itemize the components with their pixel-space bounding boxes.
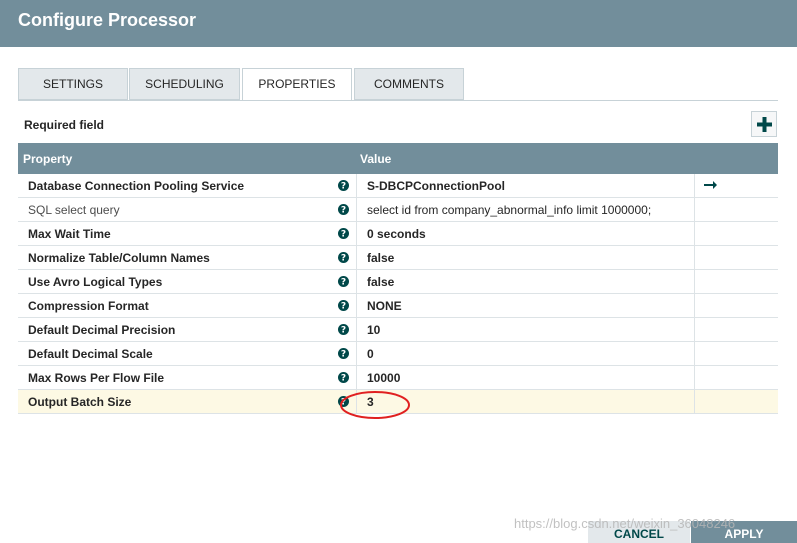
column-header-value: Value	[360, 152, 392, 166]
property-value[interactable]: select id from company_abnormal_info lim…	[367, 203, 651, 217]
column-divider	[694, 366, 695, 390]
property-name: Default Decimal Precision	[28, 323, 176, 337]
table-body: Database Connection Pooling Service? S-DB…	[18, 174, 778, 414]
property-name: Max Wait Time	[28, 227, 111, 241]
dialog-header: Configure Processor	[0, 0, 797, 47]
property-name: Default Decimal Scale	[28, 347, 153, 361]
property-value[interactable]: 0	[367, 347, 374, 361]
property-value[interactable]: NONE	[367, 299, 402, 313]
property-name: Max Rows Per Flow File	[28, 371, 165, 385]
svg-text:?: ?	[341, 230, 346, 239]
column-divider	[694, 342, 695, 366]
svg-text:?: ?	[341, 350, 346, 359]
property-name: Normalize Table/Column Names	[28, 251, 210, 265]
table-row[interactable]: Default Decimal Scale? 0	[18, 342, 778, 366]
table-row[interactable]: Max Rows Per Flow File? 10000	[18, 366, 778, 390]
dialog-title: Configure Processor	[18, 10, 197, 30]
property-value[interactable]: 0 seconds	[367, 227, 426, 241]
property-name: Output Batch Size	[28, 395, 132, 409]
tab-settings[interactable]: SETTINGS	[18, 68, 128, 100]
column-divider	[694, 318, 695, 342]
column-divider	[356, 342, 357, 366]
column-header-property: Property	[23, 152, 73, 166]
table-row[interactable]: Max Wait Time? 0 seconds	[18, 222, 778, 246]
help-icon[interactable]: ?	[338, 348, 349, 359]
column-divider	[356, 270, 357, 294]
plus-icon	[757, 117, 772, 132]
property-value[interactable]: S-DBCPConnectionPool	[367, 179, 505, 193]
tab-scheduling[interactable]: SCHEDULING	[129, 68, 240, 100]
property-value[interactable]: 10000	[367, 371, 400, 385]
property-value[interactable]: false	[367, 275, 394, 289]
column-divider	[694, 246, 695, 270]
add-property-button[interactable]	[751, 111, 777, 137]
help-icon[interactable]: ?	[338, 228, 349, 239]
column-divider	[694, 270, 695, 294]
column-divider	[356, 222, 357, 246]
svg-text:?: ?	[341, 206, 346, 215]
column-divider	[694, 174, 695, 198]
tab-properties[interactable]: PROPERTIES	[242, 68, 352, 101]
property-name: SQL select query	[28, 203, 120, 217]
property-value[interactable]: 10	[367, 323, 380, 337]
help-icon[interactable]: ?	[338, 300, 349, 311]
svg-text:?: ?	[341, 278, 346, 287]
table-row[interactable]: Database Connection Pooling Service? S-DB…	[18, 174, 778, 198]
table-row[interactable]: Normalize Table/Column Names? false	[18, 246, 778, 270]
column-divider	[694, 222, 695, 246]
property-value[interactable]: false	[367, 251, 394, 265]
table-row[interactable]: SQL select query? select id from company_…	[18, 198, 778, 222]
go-to-service-arrow-icon[interactable]	[704, 180, 718, 190]
property-name: Use Avro Logical Types	[28, 275, 163, 289]
properties-table: Property Value Database Connection Pooli…	[18, 143, 778, 414]
column-divider	[694, 390, 695, 414]
table-row[interactable]: Default Decimal Precision? 10	[18, 318, 778, 342]
column-divider	[694, 294, 695, 318]
column-divider	[356, 366, 357, 390]
help-icon[interactable]: ?	[338, 252, 349, 263]
table-row[interactable]: Use Avro Logical Types? false	[18, 270, 778, 294]
property-name: Compression Format	[28, 299, 149, 313]
table-header: Property Value	[18, 143, 778, 174]
help-icon[interactable]: ?	[338, 324, 349, 335]
column-divider	[356, 318, 357, 342]
property-name: Database Connection Pooling Service	[28, 179, 245, 193]
watermark: https://blog.csdn.net/weixin_36048246	[514, 516, 736, 531]
annotation-circle	[340, 391, 410, 419]
column-divider	[694, 198, 695, 222]
tab-divider	[18, 100, 778, 101]
help-icon[interactable]: ?	[338, 204, 349, 215]
svg-text:?: ?	[341, 254, 346, 263]
help-icon[interactable]: ?	[338, 180, 349, 191]
svg-text:?: ?	[341, 182, 346, 191]
column-divider	[356, 198, 357, 222]
column-divider	[356, 246, 357, 270]
help-icon[interactable]: ?	[338, 276, 349, 287]
svg-text:?: ?	[341, 326, 346, 335]
column-divider	[356, 294, 357, 318]
column-divider	[356, 174, 357, 198]
svg-text:?: ?	[341, 302, 346, 311]
tab-comments[interactable]: COMMENTS	[354, 68, 464, 100]
required-field-label: Required field	[24, 118, 105, 132]
table-row[interactable]: Compression Format? NONE	[18, 294, 778, 318]
help-icon[interactable]: ?	[338, 372, 349, 383]
svg-text:?: ?	[341, 374, 346, 383]
